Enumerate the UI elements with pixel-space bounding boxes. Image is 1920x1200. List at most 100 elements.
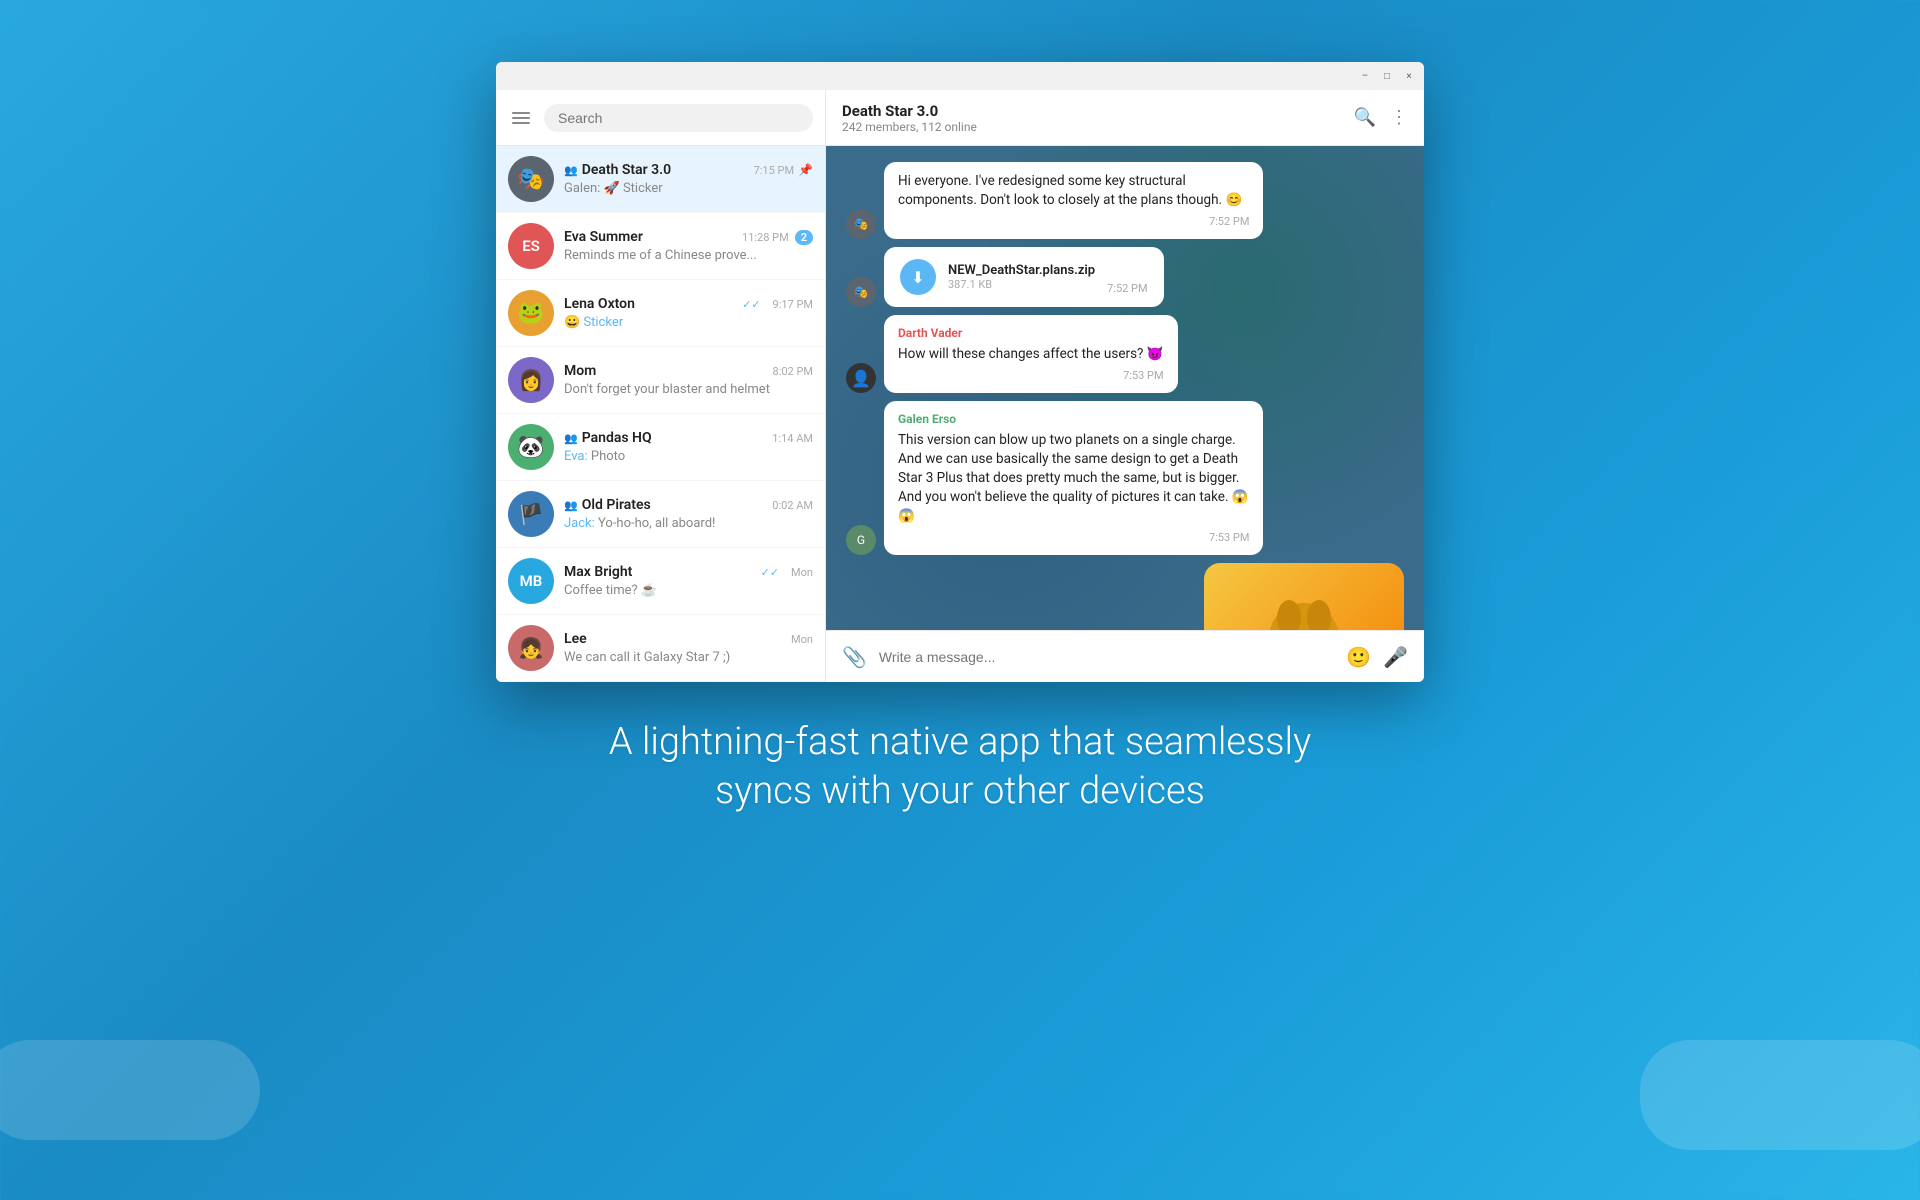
attach-icon[interactable]: 📎 (842, 645, 867, 669)
avatar-mom: 👩 (508, 357, 554, 403)
chat-panel: Death Star 3.0 242 members, 112 online 🔍… (826, 90, 1424, 682)
chat-preview-death-star: Galen: 🚀 Sticker (564, 181, 813, 196)
chat-name-max-bright: Max Bright (564, 564, 632, 580)
tagline-line2: syncs with your other devices (609, 767, 1311, 816)
read-check-max: ✓✓ (761, 566, 779, 579)
chat-info-mom: Mom 8:02 PM Don't forget your blaster an… (564, 363, 813, 397)
msg-avatar-3: 👤 (846, 363, 876, 393)
group-icon-pirates: 👥 (564, 499, 578, 512)
more-options-icon[interactable]: ⋮ (1390, 107, 1408, 128)
msg-avatar-2: 🎭 (846, 277, 876, 307)
message-text-4: This version can blow up two planets on … (898, 431, 1249, 525)
chat-preview-max-bright: Coffee time? ☕ (564, 583, 813, 598)
chat-item-lee[interactable]: 👧 Lee Mon We can call it Galaxy Star 7 ;… (496, 615, 825, 682)
message-row-1: 🎭 Hi everyone. I've redesigned some key … (846, 162, 1404, 239)
chat-info-eva-summer: Eva Summer 11:28 PM 2 Reminds me of a Ch… (564, 229, 813, 263)
avatar-lena-oxton: 🐸 (508, 290, 554, 336)
group-icon-pandas: 👥 (564, 432, 578, 445)
chat-header: Death Star 3.0 242 members, 112 online 🔍… (826, 90, 1424, 146)
avatar-pandas-hq: 🐼 (508, 424, 554, 470)
message-row-3: 👤 Darth Vader How will these changes aff… (846, 315, 1404, 393)
chat-preview-old-pirates: Jack: Yo-ho-ho, all aboard! (564, 516, 813, 531)
app-content: 🎭 👥 Death Star 3.0 7:15 PM 📌 (496, 90, 1424, 682)
chat-header-name: Death Star 3.0 (842, 102, 1354, 120)
chat-item-pandas-hq[interactable]: 🐼 👥 Pandas HQ 1:14 AM Eva: Photo (496, 414, 825, 481)
file-time: 7:52 PM (1107, 282, 1147, 295)
chat-name-old-pirates: 👥 Old Pirates (564, 497, 651, 513)
chat-time-death-star: 7:15 PM (754, 164, 794, 177)
message-input[interactable] (879, 649, 1334, 665)
chat-info-old-pirates: 👥 Old Pirates 0:02 AM Jack: Yo-ho-ho, al… (564, 497, 813, 531)
message-bubble-3: Darth Vader How will these changes affec… (884, 315, 1178, 393)
title-bar: – □ × (496, 62, 1424, 90)
chat-name-mom: Mom (564, 363, 596, 379)
chat-list: 🎭 👥 Death Star 3.0 7:15 PM 📌 (496, 146, 825, 682)
chat-header-actions: 🔍 ⋮ (1354, 107, 1408, 128)
search-chat-icon[interactable]: 🔍 (1354, 107, 1376, 128)
emoji-icon[interactable]: 🙂 (1346, 645, 1371, 669)
chat-name-pandas-hq: 👥 Pandas HQ (564, 430, 652, 446)
message-bubble-1: Hi everyone. I've redesigned some key st… (884, 162, 1263, 239)
chat-item-max-bright[interactable]: MB Max Bright ✓✓ Mon Coffee time? ☕ (496, 548, 825, 615)
read-check-lena: ✓✓ (742, 298, 760, 311)
avatar-lee: 👧 (508, 625, 554, 671)
tagline: A lightning-fast native app that seamles… (609, 718, 1311, 817)
sidebar: 🎭 👥 Death Star 3.0 7:15 PM 📌 (496, 90, 826, 682)
menu-icon[interactable] (508, 108, 534, 128)
chat-item-old-pirates[interactable]: 🏴 👥 Old Pirates 0:02 AM Jack: Yo-ho-ho, … (496, 481, 825, 548)
chat-name-eva-summer: Eva Summer (564, 229, 643, 245)
chat-item-lena-oxton[interactable]: 🐸 Lena Oxton ✓✓ 9:17 PM 😀 Sticker (496, 280, 825, 347)
message-row-2: 🎭 ⬇ NEW_DeathStar.plans.zip 387.1 KB 7:5… (846, 247, 1404, 307)
chat-item-eva-summer[interactable]: ES Eva Summer 11:28 PM 2 Reminds me of a… (496, 213, 825, 280)
cloud-right (1640, 1040, 1920, 1150)
sidebar-header (496, 90, 825, 146)
msg-avatar-1: 🎭 (846, 209, 876, 239)
chat-name-lee: Lee (564, 631, 587, 647)
chat-preview-eva-summer: Reminds me of a Chinese prove... (564, 248, 813, 263)
chat-info-pandas-hq: 👥 Pandas HQ 1:14 AM Eva: Photo (564, 430, 813, 464)
group-icon: 👥 (564, 164, 578, 177)
sender-name-3: Darth Vader (898, 325, 1164, 342)
minimize-button[interactable]: – (1358, 69, 1372, 83)
file-size: 387.1 KB (948, 278, 1095, 291)
file-download-icon: ⬇ (900, 259, 936, 295)
avatar-old-pirates: 🏴 (508, 491, 554, 537)
input-bar: 📎 🙂 🎤 (826, 630, 1424, 682)
sticker-bubble (1204, 563, 1404, 630)
file-bubble[interactable]: ⬇ NEW_DeathStar.plans.zip 387.1 KB 7:52 … (884, 247, 1164, 307)
message-text-1: Hi everyone. I've redesigned some key st… (898, 172, 1249, 210)
maximize-button[interactable]: □ (1380, 69, 1394, 83)
chat-preview-lee: We can call it Galaxy Star 7 ;) (564, 650, 813, 665)
chat-header-info: Death Star 3.0 242 members, 112 online (842, 102, 1354, 134)
chat-item-mom[interactable]: 👩 Mom 8:02 PM Don't forget your blaster … (496, 347, 825, 414)
messages-area: 🎭 Hi everyone. I've redesigned some key … (826, 146, 1424, 630)
sender-name-4: Galen Erso (898, 411, 1249, 428)
msg-avatar-4: G (846, 525, 876, 555)
voice-icon[interactable]: 🎤 (1383, 645, 1408, 669)
chat-header-sub: 242 members, 112 online (842, 120, 1354, 134)
pin-icon: 📌 (798, 163, 813, 177)
message-time-1: 7:52 PM (898, 214, 1249, 229)
chat-item-death-star[interactable]: 🎭 👥 Death Star 3.0 7:15 PM 📌 (496, 146, 825, 213)
avatar-eva-summer: ES (508, 223, 554, 269)
message-text-3: How will these changes affect the users?… (898, 345, 1164, 364)
chat-name-death-star: 👥 Death Star 3.0 (564, 162, 671, 178)
search-input[interactable] (558, 110, 799, 126)
chat-info-death-star: 👥 Death Star 3.0 7:15 PM 📌 Galen: 🚀 Stic… (564, 162, 813, 196)
message-time-3: 7:53 PM (898, 368, 1164, 383)
cloud-left (0, 1040, 260, 1140)
message-row-4: G Galen Erso This version can blow up tw… (846, 401, 1404, 555)
tagline-line1: A lightning-fast native app that seamles… (609, 718, 1311, 767)
chat-info-max-bright: Max Bright ✓✓ Mon Coffee time? ☕ (564, 564, 813, 598)
file-name: NEW_DeathStar.plans.zip (948, 263, 1095, 278)
chat-info-lena-oxton: Lena Oxton ✓✓ 9:17 PM 😀 Sticker (564, 296, 813, 330)
search-box[interactable] (544, 104, 813, 132)
chat-preview-pandas-hq: Eva: Photo (564, 449, 813, 464)
file-info: NEW_DeathStar.plans.zip 387.1 KB (948, 263, 1095, 291)
sticker-image (1204, 563, 1404, 630)
close-button[interactable]: × (1402, 69, 1416, 83)
chat-info-lee: Lee Mon We can call it Galaxy Star 7 ;) (564, 631, 813, 665)
avatar-death-star: 🎭 (508, 156, 554, 202)
message-bubble-4: Galen Erso This version can blow up two … (884, 401, 1263, 555)
avatar-max-bright: MB (508, 558, 554, 604)
